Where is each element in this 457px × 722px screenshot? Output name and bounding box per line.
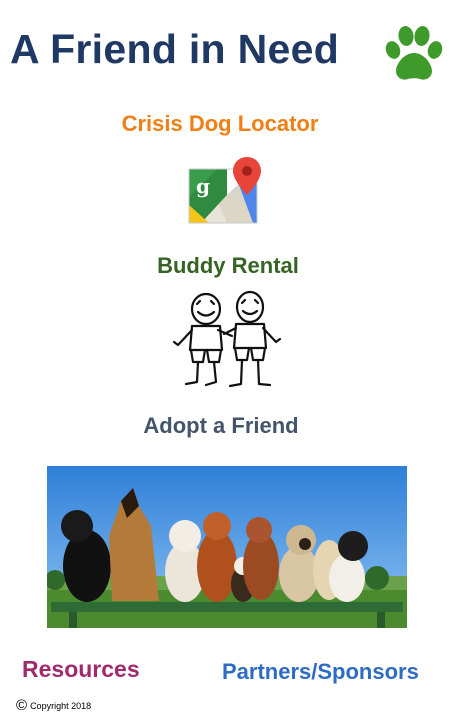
svg-text:g: g [196, 174, 210, 198]
partners-sponsors-link[interactable]: Partners/Sponsors [222, 659, 419, 685]
dogs-group-photo[interactable] [47, 466, 407, 628]
copyright-text: Copyright 2018 [30, 701, 92, 711]
paw-print-icon [385, 26, 443, 80]
google-maps-icon[interactable]: g [187, 155, 265, 227]
buddy-rental-link[interactable]: Buddy Rental [0, 253, 456, 279]
adopt-a-friend-link[interactable]: Adopt a Friend [0, 413, 442, 439]
copyright-symbol: © [16, 697, 28, 714]
crisis-dog-locator-link[interactable]: Crisis Dog Locator [0, 111, 440, 137]
two-buddies-drawing[interactable] [170, 290, 285, 395]
copyright-notice: © Copyright 2018 [16, 697, 92, 714]
resources-link[interactable]: Resources [22, 656, 140, 683]
app-title: A Friend in Need [10, 26, 340, 72]
